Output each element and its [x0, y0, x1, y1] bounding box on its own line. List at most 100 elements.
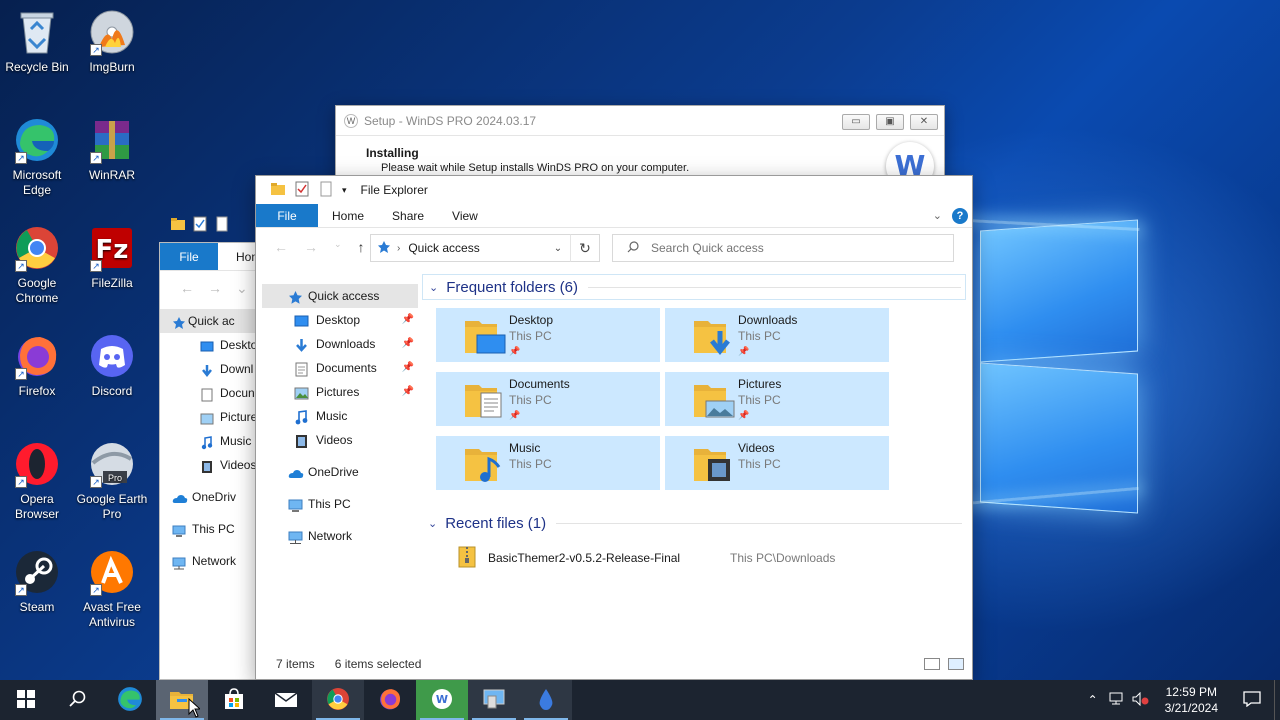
pin-icon[interactable]: 📌 [402, 356, 414, 380]
folder-tile-downloads[interactable]: Downloads This PC 📌 [665, 308, 889, 362]
nav-quick-access[interactable]: Quick access [262, 284, 418, 308]
taskbar-app[interactable] [520, 680, 572, 720]
back-file-tab[interactable]: File [160, 243, 218, 270]
folder-tile-music[interactable]: Music This PC [436, 436, 660, 490]
desktop-icon-recycle-bin[interactable]: Recycle Bin [0, 8, 74, 75]
tab-file[interactable]: File [256, 204, 318, 227]
back-nav-desktop[interactable]: Deskto [160, 333, 268, 357]
taskbar-edge[interactable] [104, 680, 156, 720]
expand-ribbon-icon[interactable]: ⌄ [933, 209, 942, 222]
tab-share[interactable]: Share [378, 204, 438, 227]
nav-desktop[interactable]: Desktop 📌 [262, 308, 418, 332]
desktop-icon-opera[interactable]: ↗ Opera Browser [0, 440, 74, 522]
taskbar-store[interactable] [208, 680, 260, 720]
network-icon[interactable] [1105, 692, 1129, 709]
folder-tile-documents[interactable]: Documents This PC 📌 [436, 372, 660, 426]
back-nav-onedrive[interactable]: OneDriv [160, 485, 268, 509]
pin-icon[interactable]: 📌 [402, 308, 414, 332]
desktop-icon-winrar[interactable]: ↗ WinRAR [75, 116, 149, 183]
address-location[interactable]: Quick access [408, 241, 479, 255]
nav-this-pc[interactable]: This PC [262, 492, 418, 516]
desktop-icon-label: Google Chrome [15, 276, 59, 305]
folder-tile-videos[interactable]: Videos This PC [665, 436, 889, 490]
recent-file-row[interactable]: BasicThemer2-v0.5.2-Release-Final This P… [458, 544, 966, 572]
back-nav-this-pc[interactable]: This PC [160, 517, 268, 541]
search-box[interactable] [612, 234, 954, 262]
close-button[interactable]: ✕ [910, 114, 938, 130]
refresh-button[interactable]: ↻ [570, 234, 600, 262]
taskbar-mail[interactable] [260, 680, 312, 720]
nav-downloads[interactable]: Downloads 📌 [262, 332, 418, 356]
breadcrumb-chevron-icon[interactable]: › [397, 243, 400, 254]
help-button[interactable]: ? [952, 207, 968, 224]
new-folder-icon[interactable] [214, 216, 230, 232]
clock[interactable]: 12:59 PM 3/21/2024 [1153, 684, 1230, 716]
properties-icon[interactable] [294, 181, 310, 200]
back-nav-downloads[interactable]: Downl [160, 357, 268, 381]
desktop-icon-discord[interactable]: Discord [75, 332, 149, 399]
action-center-button[interactable] [1230, 680, 1274, 720]
frequent-folders-header[interactable]: ⌄ Frequent folders (6) [422, 274, 966, 300]
navigation-bar: ← → ⌄ ↑ › Quick access ⌄ ↻ [256, 230, 972, 264]
up-arrow-icon[interactable]: ↑ [358, 239, 365, 255]
desktop-icon-imgburn[interactable]: ↗ ImgBurn [75, 8, 149, 75]
desktop-icon-chrome[interactable]: ↗ Google Chrome [0, 224, 74, 306]
folder-icon[interactable] [270, 181, 286, 200]
minimize-button[interactable]: ▭ [842, 114, 870, 130]
downloads-folder-icon [692, 313, 736, 357]
new-folder-icon[interactable] [318, 181, 334, 200]
desktop-icon-label: FileZilla [91, 276, 133, 290]
properties-icon[interactable] [192, 216, 208, 232]
pin-icon[interactable]: 📌 [402, 332, 414, 356]
nav-music[interactable]: Music [262, 404, 418, 428]
file-explorer-window[interactable]: ▾ File Explorer File Home Share View ⌄ ?… [255, 175, 973, 680]
shortcut-arrow-icon: ↗ [90, 260, 102, 272]
nav-pictures[interactable]: Pictures 📌 [262, 380, 418, 404]
nav-videos[interactable]: Videos [262, 428, 418, 452]
desktop-icon-filezilla[interactable]: Fz ↗ FileZilla [75, 224, 149, 291]
nav-onedrive[interactable]: OneDrive [262, 460, 418, 484]
desktop-icon-avast[interactable]: ↗ Avast Free Antivirus [75, 548, 149, 630]
back-nav-quick-access[interactable]: Quick ac [160, 309, 268, 333]
folder-tile-desktop[interactable]: Desktop This PC 📌 [436, 308, 660, 362]
tab-view[interactable]: View [438, 204, 492, 227]
recent-locations-icon[interactable]: ⌄ [334, 239, 342, 255]
chevron-up-icon[interactable]: ⌃ [1081, 693, 1105, 707]
folder-tile-pictures[interactable]: Pictures This PC 📌 [665, 372, 889, 426]
address-dropdown-icon[interactable]: ⌄ [547, 243, 569, 254]
back-nav-documents[interactable]: Docun [160, 381, 268, 405]
forward-arrow-icon[interactable]: → [304, 239, 318, 255]
back-explorer-window[interactable]: File Hon ←→⌄ Quick ac Deskto Downl Docun… [159, 242, 269, 680]
tab-home[interactable]: Home [318, 204, 378, 227]
taskbar-control-panel[interactable] [468, 680, 520, 720]
search-button[interactable] [52, 680, 104, 720]
back-nav-network[interactable]: Network [160, 549, 268, 573]
back-nav-videos[interactable]: Videos [160, 453, 268, 477]
search-input[interactable] [651, 241, 931, 255]
nav-network[interactable]: Network [262, 524, 418, 548]
pin-icon[interactable]: 📌 [402, 380, 414, 404]
start-button[interactable] [0, 680, 52, 720]
back-arrow-icon[interactable]: ← [274, 239, 288, 255]
desktop-icon-firefox[interactable]: ↗ Firefox [0, 332, 74, 399]
address-bar[interactable]: › Quick access ⌄ [370, 234, 600, 262]
recent-files-header[interactable]: ⌄ Recent files (1) [422, 510, 966, 536]
show-desktop-button[interactable] [1274, 680, 1280, 720]
details-view-icon[interactable] [924, 658, 940, 670]
back-nav-pictures[interactable]: Picture [160, 405, 268, 429]
customize-toolbar-icon[interactable]: ▾ [342, 185, 347, 196]
desktop-icon-steam[interactable]: ↗ Steam [0, 548, 74, 615]
taskbar-file-explorer[interactable] [156, 680, 208, 720]
taskbar-firefox[interactable] [364, 680, 416, 720]
taskbar-chrome[interactable] [312, 680, 364, 720]
desktop-icon-edge[interactable]: ↗ Microsoft Edge [0, 116, 74, 198]
volume-muted-icon[interactable] [1129, 691, 1153, 709]
taskbar-winds-setup[interactable]: W [416, 680, 468, 720]
back-home-tab[interactable]: Hon [218, 243, 258, 270]
maximize-button[interactable]: ▣ [876, 114, 904, 130]
back-nav-music[interactable]: Music [160, 429, 268, 453]
folder-icon[interactable] [170, 216, 186, 232]
nav-documents[interactable]: Documents 📌 [262, 356, 418, 380]
large-icons-view-icon[interactable] [948, 658, 964, 670]
desktop-icon-google-earth[interactable]: Pro ↗ Google Earth Pro [75, 440, 149, 522]
